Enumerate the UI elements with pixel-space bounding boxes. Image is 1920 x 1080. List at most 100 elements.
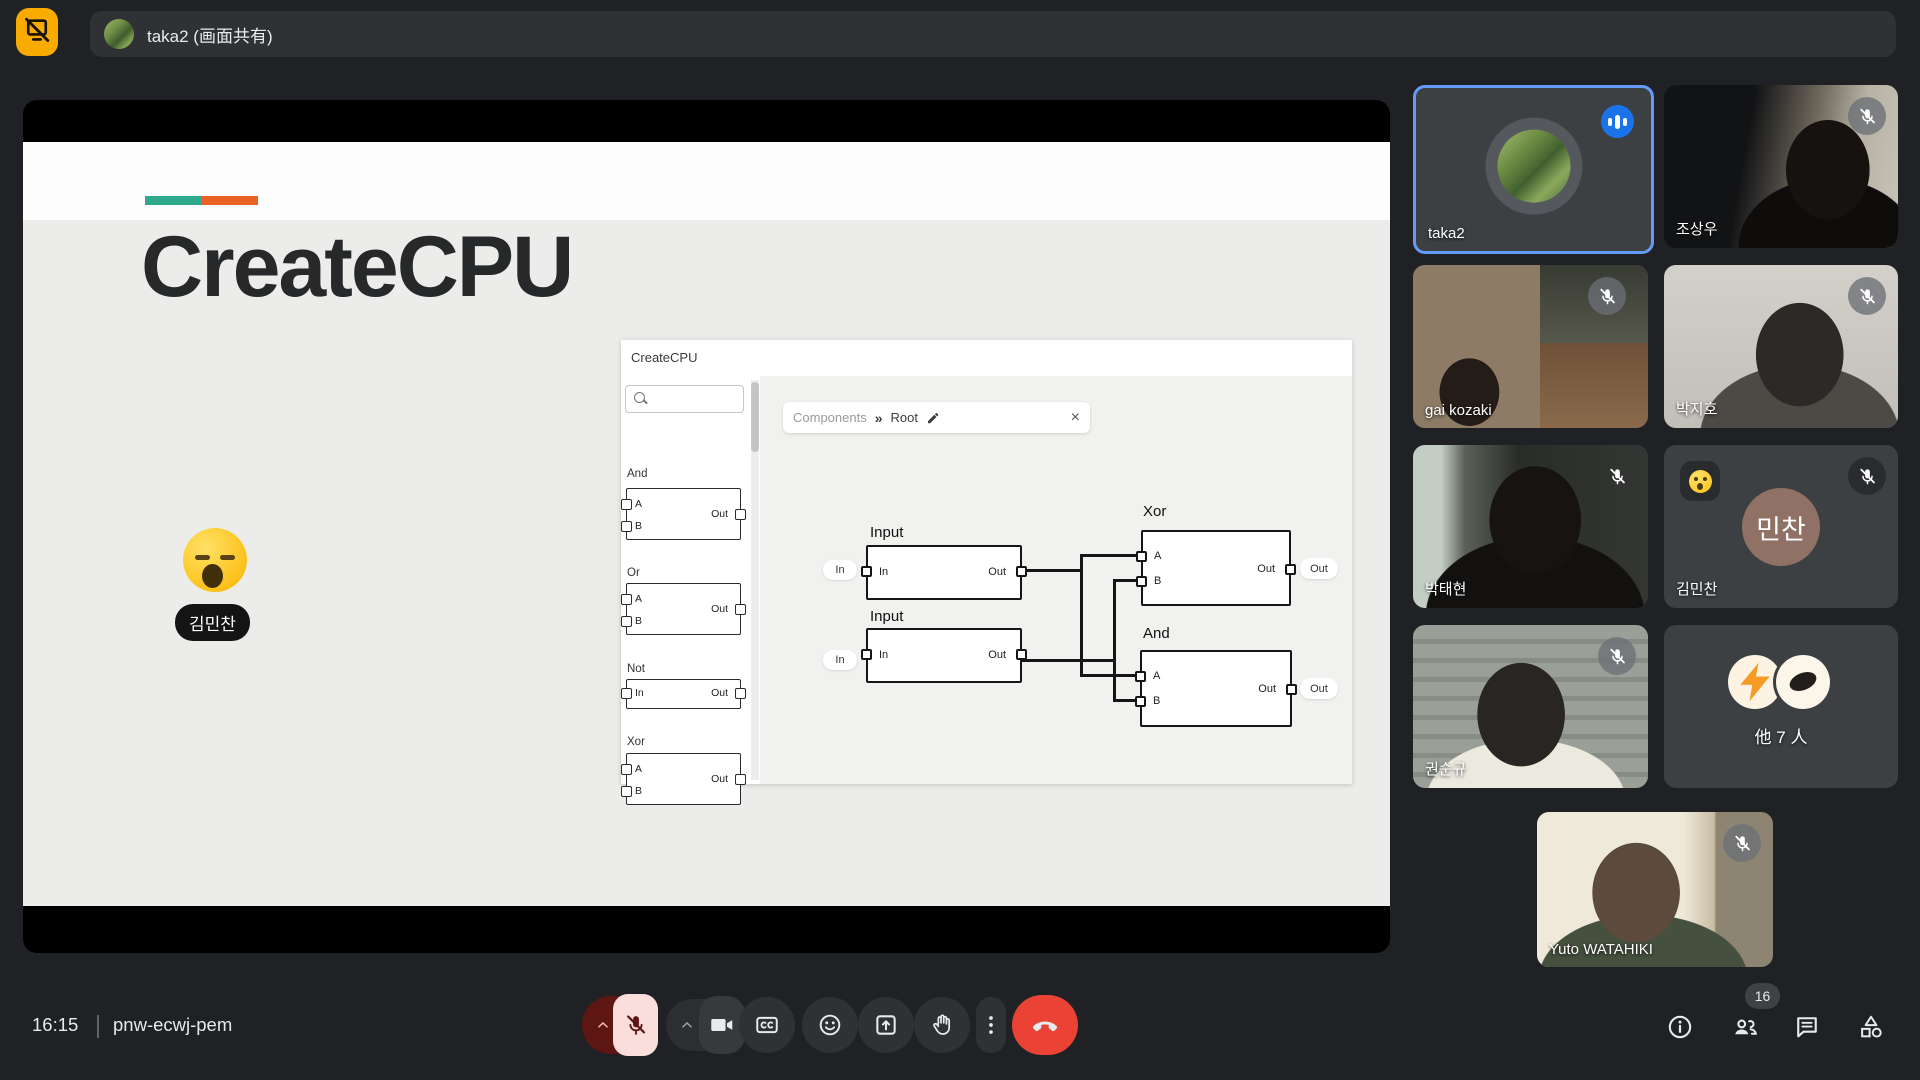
participant-name: 김민찬: [1676, 578, 1717, 599]
node-xor: A B Out: [1141, 530, 1291, 606]
participant-tile[interactable]: gai kozaki: [1413, 265, 1648, 428]
participant-name: gai kozaki: [1425, 402, 1492, 419]
participant-tile[interactable]: Yuto WATAHIKI: [1537, 812, 1773, 967]
port: [621, 521, 632, 532]
app-title: CreateCPU: [631, 350, 697, 365]
port-label: B: [635, 520, 642, 532]
port-label: B: [635, 615, 642, 627]
leave-call-button[interactable]: [1012, 995, 1078, 1055]
port-label: Out: [1258, 683, 1276, 695]
library-gate-label: Not: [627, 663, 645, 675]
avatar: [1497, 129, 1570, 202]
wire: [1080, 554, 1143, 557]
stop-presenting-button[interactable]: [16, 8, 58, 56]
captions-button[interactable]: [739, 997, 795, 1053]
node-label-and: And: [1143, 625, 1170, 642]
avatar: 민찬: [1742, 488, 1820, 566]
people-button[interactable]: [1731, 1013, 1759, 1041]
library-gate-label: Or: [627, 567, 640, 579]
port: [1286, 684, 1297, 695]
reactions-button[interactable]: [802, 997, 858, 1053]
emoji-face: [1689, 470, 1712, 493]
more-options-button[interactable]: [976, 997, 1006, 1053]
port-label: Out: [711, 773, 728, 785]
surprised-face-emoji: [1680, 461, 1720, 501]
breadcrumb-components: Components: [793, 410, 867, 425]
participant-tile[interactable]: 권순규: [1413, 625, 1648, 788]
breadcrumb-separator: »: [875, 410, 883, 426]
participant-tile[interactable]: 조상우: [1664, 85, 1898, 248]
library-gate-and: A B Out: [626, 488, 741, 540]
overflow-avatar-cookie: [1776, 655, 1830, 709]
library-gate-or: A B Out: [626, 583, 741, 635]
participant-tile-overflow[interactable]: 他 7 人: [1664, 625, 1898, 788]
port: [621, 616, 632, 627]
participant-tile[interactable]: 박지호: [1664, 265, 1898, 428]
emoji-mouth: [202, 564, 223, 588]
breadcrumb: Components » Root ×: [783, 402, 1090, 433]
wire: [1113, 579, 1116, 702]
participant-tile[interactable]: 민찬 김민찬: [1664, 445, 1898, 608]
port: [621, 786, 632, 797]
app-header: CreateCPU: [621, 340, 1352, 377]
mic-muted-icon: [1848, 457, 1886, 495]
overflow-avatar-lightning: [1728, 655, 1782, 709]
port-label: B: [635, 785, 642, 797]
clock: 16:15: [32, 1014, 78, 1036]
port: [1135, 671, 1146, 682]
participant-tile[interactable]: 박태현: [1413, 445, 1648, 608]
port: [1136, 576, 1147, 587]
chat-button[interactable]: [1793, 1013, 1821, 1041]
port-label: In: [635, 687, 644, 699]
external-pill-in1: In: [823, 560, 857, 580]
external-pill-in2: In: [823, 650, 857, 670]
port: [861, 566, 872, 577]
port-label: B: [1153, 695, 1160, 707]
mic-muted-icon: [1598, 637, 1636, 675]
meeting-code: pnw-ecwj-pem: [113, 1014, 232, 1036]
emoji-eye: [220, 555, 235, 560]
library-gate-label: And: [627, 468, 647, 480]
port: [1285, 564, 1296, 575]
share-white-band: [23, 142, 1390, 220]
present-button[interactable]: [858, 997, 914, 1053]
port-label: Out: [988, 649, 1006, 661]
raise-hand-button[interactable]: [914, 997, 970, 1053]
port-label: A: [635, 498, 642, 510]
mic-toggle-button[interactable]: [613, 994, 658, 1056]
port: [735, 688, 746, 699]
presentation-off-icon: [22, 15, 52, 50]
port-label: Out: [711, 508, 728, 520]
participant-count-badge: 16: [1745, 983, 1780, 1009]
meeting-details-button[interactable]: [1666, 1013, 1694, 1041]
slide-accent-bar-orange: [202, 196, 258, 205]
speaking-indicator-icon: [1601, 105, 1634, 138]
port: [621, 688, 632, 699]
component-search-input: [625, 385, 744, 413]
node-label-input1: Input: [870, 524, 903, 541]
participant-tile-taka2[interactable]: taka2: [1413, 85, 1654, 254]
port: [735, 604, 746, 615]
participant-name: 조상우: [1676, 218, 1717, 239]
emoji-eye: [195, 555, 210, 560]
port: [1016, 649, 1027, 660]
port-label: B: [1154, 575, 1161, 587]
avatar-initials: 민찬: [1756, 508, 1806, 547]
library-gate-xor: A B Out: [626, 753, 741, 805]
port: [735, 509, 746, 520]
wire: [1022, 659, 1115, 662]
activities-button[interactable]: [1857, 1013, 1885, 1041]
presenter-chip[interactable]: taka2 (画面共有): [90, 11, 1896, 57]
port-label: Out: [711, 687, 728, 699]
port-label: Out: [1257, 563, 1275, 575]
cookie-logo: [1787, 668, 1819, 694]
breadcrumb-current: Root: [891, 410, 918, 425]
port-label: In: [879, 566, 888, 578]
port: [621, 499, 632, 510]
reaction-sender-tag: 김민찬: [175, 604, 250, 641]
port: [621, 764, 632, 775]
port: [1016, 566, 1027, 577]
screen-share-surface: CreateCPU 김민찬 CreateCPU And A B Out Or: [23, 100, 1390, 953]
presenter-label: taka2 (画面共有): [147, 22, 273, 47]
port: [1136, 551, 1147, 562]
